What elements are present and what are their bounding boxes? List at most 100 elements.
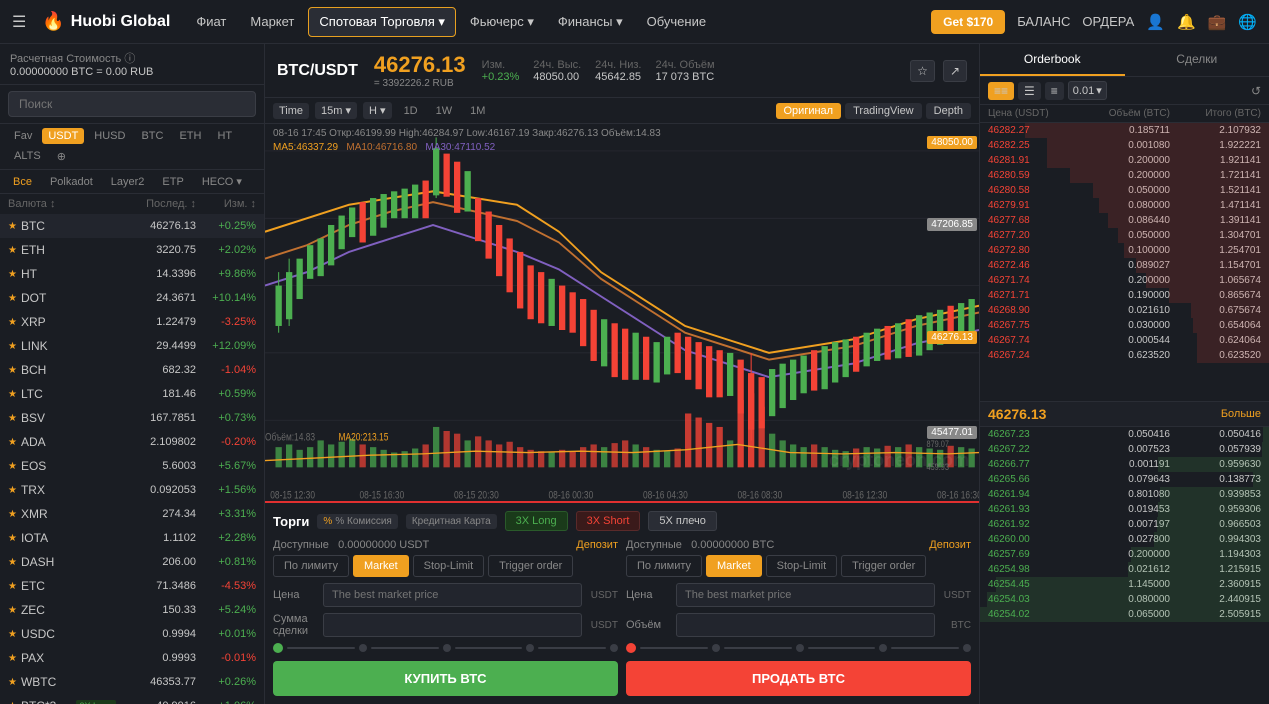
- globe-icon[interactable]: 🌐: [1238, 13, 1257, 31]
- sidebar-item-pax[interactable]: ★ PAX 0.9993 -0.01%: [0, 646, 264, 670]
- ob-view-bids[interactable]: ≡: [1045, 82, 1064, 100]
- buy-slider-50[interactable]: [443, 644, 451, 652]
- sidebar-item-ht[interactable]: ★ HT 14.3396 +9.86%: [0, 262, 264, 286]
- star-icon-xrp[interactable]: ★: [8, 317, 17, 328]
- buy-price-input[interactable]: [323, 583, 582, 607]
- nav-spot-trading[interactable]: Спотовая Торговля ▾: [308, 7, 456, 37]
- star-icon-btc[interactable]: ★: [8, 221, 17, 232]
- star-icon-btc*3[interactable]: ★: [8, 701, 17, 704]
- nav-futures[interactable]: Фьючерс ▾: [460, 8, 544, 36]
- user-icon[interactable]: 👤: [1146, 13, 1165, 31]
- ob-view-both[interactable]: ≡≡: [988, 82, 1014, 100]
- buy-slider-25[interactable]: [359, 644, 367, 652]
- filter-layer2[interactable]: Layer2: [106, 174, 150, 190]
- ask-row[interactable]: 46281.91 0.200000 1.921141: [980, 153, 1269, 168]
- sidebar-item-dot[interactable]: ★ DOT 24.3671 +10.14%: [0, 286, 264, 310]
- star-icon-bsv[interactable]: ★: [8, 413, 17, 424]
- sell-slider-line4[interactable]: [891, 647, 959, 649]
- star-icon-ada[interactable]: ★: [8, 437, 17, 448]
- star-icon-pax[interactable]: ★: [8, 653, 17, 664]
- bid-row[interactable]: 46254.45 1.145000 2.360915: [980, 577, 1269, 592]
- sell-tab-market[interactable]: Market: [706, 555, 762, 577]
- sidebar-item-usdc[interactable]: ★ USDC 0.9994 +0.01%: [0, 622, 264, 646]
- ask-row[interactable]: 46267.75 0.030000 0.654064: [980, 318, 1269, 333]
- nav-education[interactable]: Обучение: [637, 8, 716, 35]
- bid-row[interactable]: 46267.23 0.050416 0.050416: [980, 427, 1269, 442]
- nav-finance[interactable]: Финансы ▾: [548, 8, 633, 36]
- view-original[interactable]: Оригинал: [776, 103, 842, 119]
- short-btn[interactable]: 3X Short: [576, 511, 641, 531]
- star-icon-usdc[interactable]: ★: [8, 629, 17, 640]
- nav-market[interactable]: Маркет: [240, 8, 304, 35]
- tab-add[interactable]: ⊕: [51, 148, 72, 165]
- sidebar-item-wbtc[interactable]: ★ WBTC 46353.77 +0.26%: [0, 670, 264, 694]
- bid-row[interactable]: 46261.94 0.801080 0.939853: [980, 487, 1269, 502]
- ask-row[interactable]: 46280.59 0.200000 1.721141: [980, 168, 1269, 183]
- sidebar-item-ada[interactable]: ★ ADA 2.109802 -0.20%: [0, 430, 264, 454]
- star-icon-ht[interactable]: ★: [8, 269, 17, 280]
- buy-slider-line3[interactable]: [455, 647, 523, 649]
- tab-trades[interactable]: Сделки: [1125, 44, 1269, 76]
- buy-slider-dot[interactable]: [273, 643, 283, 653]
- sell-tab-stop[interactable]: Stop-Limit: [766, 555, 838, 577]
- buy-slider-75[interactable]: [526, 644, 534, 652]
- star-icon-xmr[interactable]: ★: [8, 509, 17, 520]
- sell-slider-line3[interactable]: [808, 647, 876, 649]
- tab-husd[interactable]: HUSD: [88, 128, 131, 144]
- time-selector[interactable]: Time: [273, 103, 309, 119]
- star-icon-btn[interactable]: ☆: [910, 60, 935, 82]
- sell-slider-100[interactable]: [963, 644, 971, 652]
- orders-btn[interactable]: ОРДЕРА: [1082, 14, 1134, 29]
- buy-slider-line[interactable]: [287, 647, 355, 649]
- interval-1m[interactable]: 1M: [464, 103, 491, 119]
- tab-alts[interactable]: ALTS: [8, 148, 47, 165]
- sell-btn[interactable]: ПРОДАТЬ ВТС: [626, 661, 971, 696]
- bid-row[interactable]: 46267.22 0.007523 0.057939: [980, 442, 1269, 457]
- star-icon-bch[interactable]: ★: [8, 365, 17, 376]
- ask-row[interactable]: 46280.58 0.050000 1.521141: [980, 183, 1269, 198]
- ask-row[interactable]: 46282.27 0.185711 2.107932: [980, 123, 1269, 138]
- interval-1d[interactable]: 1D: [398, 103, 424, 119]
- sell-tab-trigger[interactable]: Trigger order: [841, 555, 926, 577]
- filter-polkadot[interactable]: Polkadot: [45, 174, 98, 190]
- star-icon-eos[interactable]: ★: [8, 461, 17, 472]
- bid-row[interactable]: 46261.93 0.019453 0.959306: [980, 502, 1269, 517]
- sidebar-item-xrp[interactable]: ★ XRP 1.22479 -3.25%: [0, 310, 264, 334]
- star-icon-dash[interactable]: ★: [8, 557, 17, 568]
- ask-row[interactable]: 46271.71 0.190000 0.865674: [980, 288, 1269, 303]
- long-btn[interactable]: 3X Long: [505, 511, 568, 531]
- sidebar-item-dash[interactable]: ★ DASH 206.00 +0.81%: [0, 550, 264, 574]
- tab-btc[interactable]: BTC: [135, 128, 169, 144]
- tab-usdt[interactable]: USDT: [42, 128, 84, 144]
- buy-tab-stop[interactable]: Stop-Limit: [413, 555, 485, 577]
- buy-deposit-link[interactable]: Депозит: [576, 539, 618, 551]
- sidebar-item-bsv[interactable]: ★ BSV 167.7851 +0.73%: [0, 406, 264, 430]
- bid-row[interactable]: 46257.69 0.200000 1.194303: [980, 547, 1269, 562]
- bid-row[interactable]: 46261.92 0.007197 0.966503: [980, 517, 1269, 532]
- ask-row[interactable]: 46267.24 0.623520 0.623520: [980, 348, 1269, 363]
- wallet-icon[interactable]: 💼: [1208, 13, 1227, 31]
- sidebar-item-zec[interactable]: ★ ZEC 150.33 +5.24%: [0, 598, 264, 622]
- tab-orderbook[interactable]: Orderbook: [980, 44, 1125, 76]
- sell-tab-limit[interactable]: По лимиту: [626, 555, 702, 577]
- sell-slider-line[interactable]: [640, 647, 708, 649]
- bell-icon[interactable]: 🔔: [1177, 13, 1196, 31]
- sell-slider-50[interactable]: [796, 644, 804, 652]
- ask-row[interactable]: 46271.74 0.200000 1.065674: [980, 273, 1269, 288]
- star-icon-iota[interactable]: ★: [8, 533, 17, 544]
- sell-slider-25[interactable]: [712, 644, 720, 652]
- ask-row[interactable]: 46279.91 0.080000 1.471141: [980, 198, 1269, 213]
- sidebar-item-btc*3[interactable]: ★ BTC*3 3X Long 40.9916 +1.06%: [0, 694, 264, 704]
- view-depth[interactable]: Depth: [926, 103, 971, 119]
- buy-tab-trigger[interactable]: Trigger order: [488, 555, 573, 577]
- buy-btn[interactable]: КУПИТЬ ВТС: [273, 661, 618, 696]
- buy-slider-100[interactable]: [610, 644, 618, 652]
- filter-all[interactable]: Все: [8, 174, 37, 190]
- ask-row[interactable]: 46277.20 0.050000 1.304701: [980, 228, 1269, 243]
- sidebar-item-xmr[interactable]: ★ XMR 274.34 +3.31%: [0, 502, 264, 526]
- ask-row[interactable]: 46272.80 0.100000 1.254701: [980, 243, 1269, 258]
- sell-price-input[interactable]: [676, 583, 935, 607]
- star-icon-eth[interactable]: ★: [8, 245, 17, 256]
- buy-amount-input[interactable]: [323, 613, 582, 637]
- ob-view-asks[interactable]: ☰: [1018, 82, 1041, 100]
